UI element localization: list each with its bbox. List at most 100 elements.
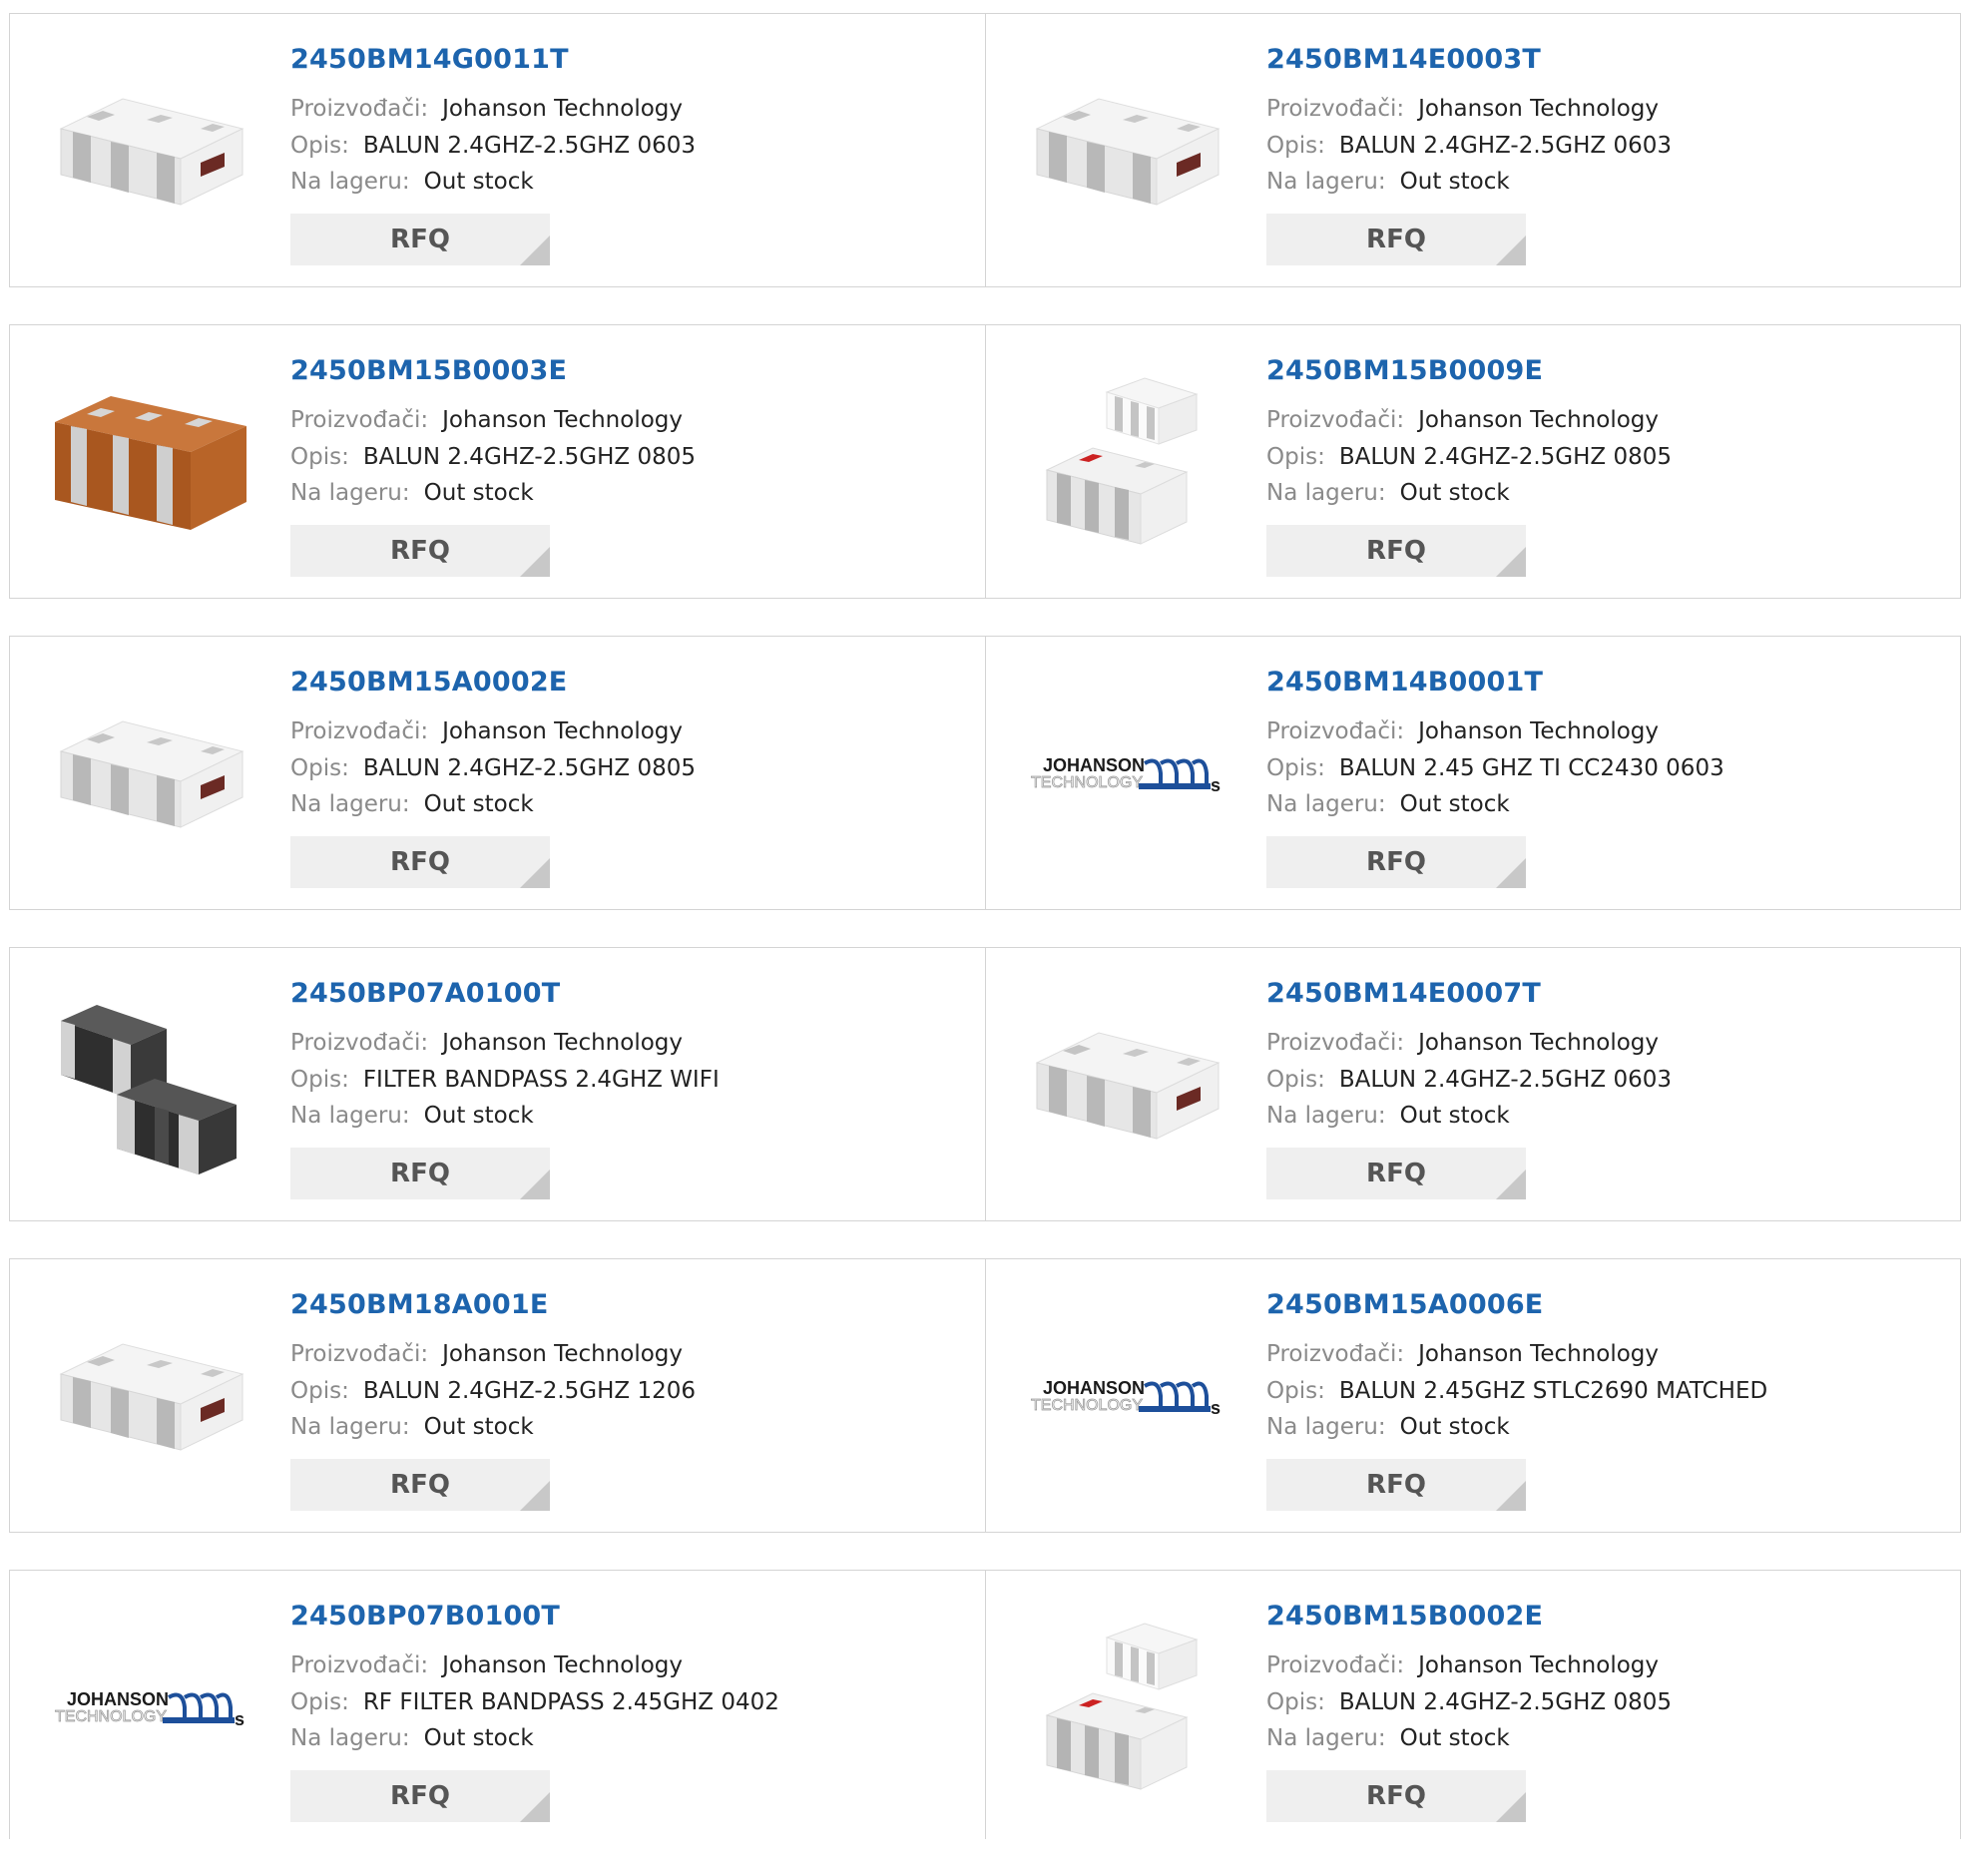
product-part-number-link[interactable]: 2450BM15B0002E	[1266, 1601, 1543, 1632]
description-line: Opis: RF FILTER BANDPASS 2.45GHZ 0402	[290, 1689, 779, 1715]
rfq-button[interactable]: RFQ	[290, 1148, 550, 1199]
product-image[interactable]	[50, 1297, 251, 1497]
corner-triangle-icon	[1496, 1170, 1526, 1199]
manufacturer-line: Proizvođači: Johanson Technology	[1266, 96, 1659, 122]
stock-label: Na lageru:	[1266, 480, 1386, 506]
description-value: BALUN 2.4GHZ-2.5GHZ 0805	[362, 755, 697, 781]
rfq-button[interactable]: RFQ	[290, 1459, 550, 1511]
description-line: Opis: BALUN 2.45GHZ STLC2690 MATCHED	[1266, 1378, 1767, 1404]
product-part-number-link[interactable]: 2450BM14E0007T	[1266, 978, 1541, 1009]
stock-label: Na lageru:	[1266, 791, 1386, 817]
manufacturer-value: Johanson Technology	[442, 1341, 684, 1367]
manufacturer-value: Johanson Technology	[1418, 1030, 1660, 1056]
manufacturer-value: Johanson Technology	[442, 718, 684, 744]
stock-line: Na lageru: Out stock	[1266, 169, 1510, 195]
product-image[interactable]	[50, 986, 251, 1185]
description-value: BALUN 2.45 GHZ TI CC2430 0603	[1338, 755, 1724, 781]
description-label: Opis:	[1266, 444, 1325, 470]
manufacturer-label: Proizvođači:	[290, 407, 429, 433]
stock-value: Out stock	[423, 1725, 534, 1751]
logo-line2: TECHNOLOGY	[1031, 1397, 1143, 1414]
rfq-button[interactable]: RFQ	[290, 525, 550, 577]
description-line: Opis: BALUN 2.4GHZ-2.5GHZ 0805	[290, 444, 696, 470]
stock-label: Na lageru:	[290, 480, 410, 506]
stock-line: Na lageru: Out stock	[290, 480, 534, 506]
product-image[interactable]	[1026, 52, 1227, 251]
description-value: BALUN 2.4GHZ-2.5GHZ 0805	[362, 444, 697, 470]
product-image[interactable]	[50, 52, 251, 251]
manufacturer-line: Proizvođači: Johanson Technology	[290, 96, 683, 122]
rfq-button[interactable]: RFQ	[290, 1770, 550, 1822]
rfq-button[interactable]: RFQ	[1266, 1148, 1526, 1199]
product-image[interactable]	[50, 675, 251, 874]
product-part-number-link[interactable]: 2450BM15A0006E	[1266, 1289, 1543, 1320]
product-part-number-link[interactable]: 2450BP07B0100T	[290, 1601, 560, 1632]
product-image[interactable]: JOHANSON TECHNOLOGY s	[1026, 1297, 1227, 1497]
product-image[interactable]	[1026, 363, 1227, 563]
product-card: 2450BM14G0011T Proizvođači: Johanson Tech…	[10, 14, 985, 286]
description-label: Opis:	[290, 1378, 349, 1404]
product-image[interactable]: JOHANSON TECHNOLOGY s	[1026, 675, 1227, 874]
manufacturer-value: Johanson Technology	[1418, 96, 1660, 122]
rfq-label: RFQ	[390, 225, 450, 254]
product-part-number-link[interactable]: 2450BM15A0002E	[290, 667, 567, 698]
stock-label: Na lageru:	[290, 1414, 410, 1440]
description-label: Opis:	[1266, 1067, 1325, 1093]
description-value: BALUN 2.45GHZ STLC2690 MATCHED	[1338, 1378, 1768, 1404]
manufacturer-label: Proizvođači:	[290, 1652, 429, 1678]
logo-line1: JOHANSON	[1043, 1378, 1145, 1398]
manufacturer-value: Johanson Technology	[442, 1652, 684, 1678]
manufacturer-label: Proizvođači:	[290, 718, 429, 744]
chip-white-balun-icon	[1035, 98, 1221, 206]
product-row: JOHANSON TECHNOLOGY s 2450BP07B0100T Pro…	[9, 1570, 1961, 1839]
product-card: 2450BM18A001E Proizvođači: Johanson Techn…	[10, 1259, 985, 1532]
svg-text:s: s	[1211, 1398, 1221, 1418]
product-part-number-link[interactable]: 2450BM14G0011T	[290, 44, 569, 75]
corner-triangle-icon	[1496, 1481, 1526, 1511]
description-line: Opis: BALUN 2.4GHZ-2.5GHZ 0603	[290, 133, 696, 159]
rfq-label: RFQ	[1366, 1781, 1426, 1811]
rfq-label: RFQ	[390, 1781, 450, 1811]
manufacturer-line: Proizvođači: Johanson Technology	[290, 718, 683, 744]
svg-text:s: s	[1211, 775, 1221, 795]
corner-triangle-icon	[1496, 1792, 1526, 1822]
description-line: Opis: BALUN 2.4GHZ-2.5GHZ 0805	[1266, 444, 1672, 470]
manufacturer-value: Johanson Technology	[1418, 407, 1660, 433]
rfq-button[interactable]: RFQ	[1266, 525, 1526, 577]
chip-white-balun-icon	[59, 1343, 245, 1451]
product-image[interactable]: JOHANSON TECHNOLOGY s	[50, 1609, 251, 1808]
product-part-number-link[interactable]: 2450BM14E0003T	[1266, 44, 1541, 75]
rfq-button[interactable]: RFQ	[1266, 1459, 1526, 1511]
product-image[interactable]	[1026, 986, 1227, 1185]
rfq-button[interactable]: RFQ	[1266, 214, 1526, 265]
product-image[interactable]	[50, 363, 251, 563]
product-part-number-link[interactable]: 2450BM14B0001T	[1266, 667, 1543, 698]
stock-value: Out stock	[423, 1103, 534, 1129]
product-card: JOHANSON TECHNOLOGY s 2450BM15A0006E Pro…	[985, 1259, 1960, 1532]
product-part-number-link[interactable]: 2450BM15B0003E	[290, 355, 567, 386]
product-card: 2450BM15B0009E Proizvođači: Johanson Tech…	[985, 325, 1960, 598]
product-row: 2450BP07A0100T Proizvođači: Johanson Tech…	[9, 947, 1961, 1221]
product-part-number-link[interactable]: 2450BP07A0100T	[290, 978, 560, 1009]
manufacturer-label: Proizvođači:	[1266, 1030, 1405, 1056]
rfq-button[interactable]: RFQ	[1266, 836, 1526, 888]
rfq-button[interactable]: RFQ	[290, 214, 550, 265]
product-part-number-link[interactable]: 2450BM15B0009E	[1266, 355, 1543, 386]
stock-line: Na lageru: Out stock	[1266, 1103, 1510, 1129]
product-card: 2450BM15A0002E Proizvođači: Johanson Tech…	[10, 637, 985, 909]
product-image[interactable]	[1026, 1609, 1227, 1808]
manufacturer-label: Proizvođači:	[1266, 1341, 1405, 1367]
chip-pair-icon	[1045, 377, 1199, 545]
rfq-button[interactable]: RFQ	[1266, 1770, 1526, 1822]
logo-line1: JOHANSON	[1043, 755, 1145, 775]
description-value: BALUN 2.4GHZ-2.5GHZ 1206	[362, 1378, 697, 1404]
product-card: 2450BP07A0100T Proizvođači: Johanson Tech…	[10, 948, 985, 1220]
description-value: BALUN 2.4GHZ-2.5GHZ 0603	[1338, 1067, 1673, 1093]
manufacturer-line: Proizvođači: Johanson Technology	[290, 407, 683, 433]
manufacturer-label: Proizvođači:	[1266, 1652, 1405, 1678]
product-part-number-link[interactable]: 2450BM18A001E	[290, 1289, 548, 1320]
description-line: Opis: BALUN 2.4GHZ-2.5GHZ 0805	[290, 755, 696, 781]
rfq-button[interactable]: RFQ	[290, 836, 550, 888]
rfq-label: RFQ	[1366, 1470, 1426, 1500]
stock-value: Out stock	[423, 791, 534, 817]
